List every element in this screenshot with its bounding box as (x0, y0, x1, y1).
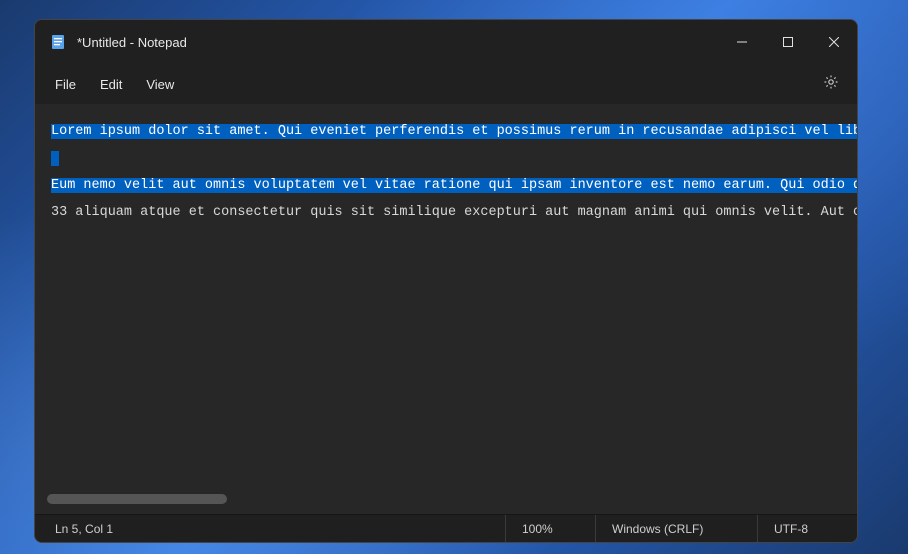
menubar: File Edit View (35, 64, 857, 104)
selected-text-line3[interactable]: Eum nemo velit aut omnis voluptatem vel … (51, 178, 857, 193)
menu-view[interactable]: View (134, 71, 186, 98)
status-line-ending: Windows (CRLF) (595, 515, 757, 542)
titlebar[interactable]: *Untitled - Notepad (35, 20, 857, 64)
minimize-button[interactable] (719, 20, 765, 64)
window-title: *Untitled - Notepad (77, 35, 719, 50)
horizontal-scrollbar-thumb[interactable] (47, 494, 227, 504)
status-encoding: UTF-8 (757, 515, 857, 542)
selected-text-line2[interactable] (51, 151, 59, 166)
text-line5[interactable]: 33 aliquam atque et consectetur quis sit… (51, 199, 857, 226)
close-button[interactable] (811, 20, 857, 64)
statusbar: Ln 5, Col 1 100% Windows (CRLF) UTF-8 (35, 514, 857, 542)
window-controls (719, 20, 857, 64)
selected-text-line1[interactable]: Lorem ipsum dolor sit amet. Qui eveniet … (51, 124, 857, 139)
status-cursor-position: Ln 5, Col 1 (35, 515, 505, 542)
text-content[interactable]: Lorem ipsum dolor sit amet. Qui eveniet … (51, 118, 857, 226)
settings-button[interactable] (813, 68, 849, 100)
status-zoom[interactable]: 100% (505, 515, 595, 542)
text-editor[interactable]: Lorem ipsum dolor sit amet. Qui eveniet … (35, 104, 857, 514)
menu-edit[interactable]: Edit (88, 71, 134, 98)
notepad-window: *Untitled - Notepad File Edit View (34, 19, 858, 543)
gear-icon (823, 74, 839, 95)
menu-file[interactable]: File (43, 71, 88, 98)
maximize-button[interactable] (765, 20, 811, 64)
notepad-app-icon (49, 33, 67, 51)
